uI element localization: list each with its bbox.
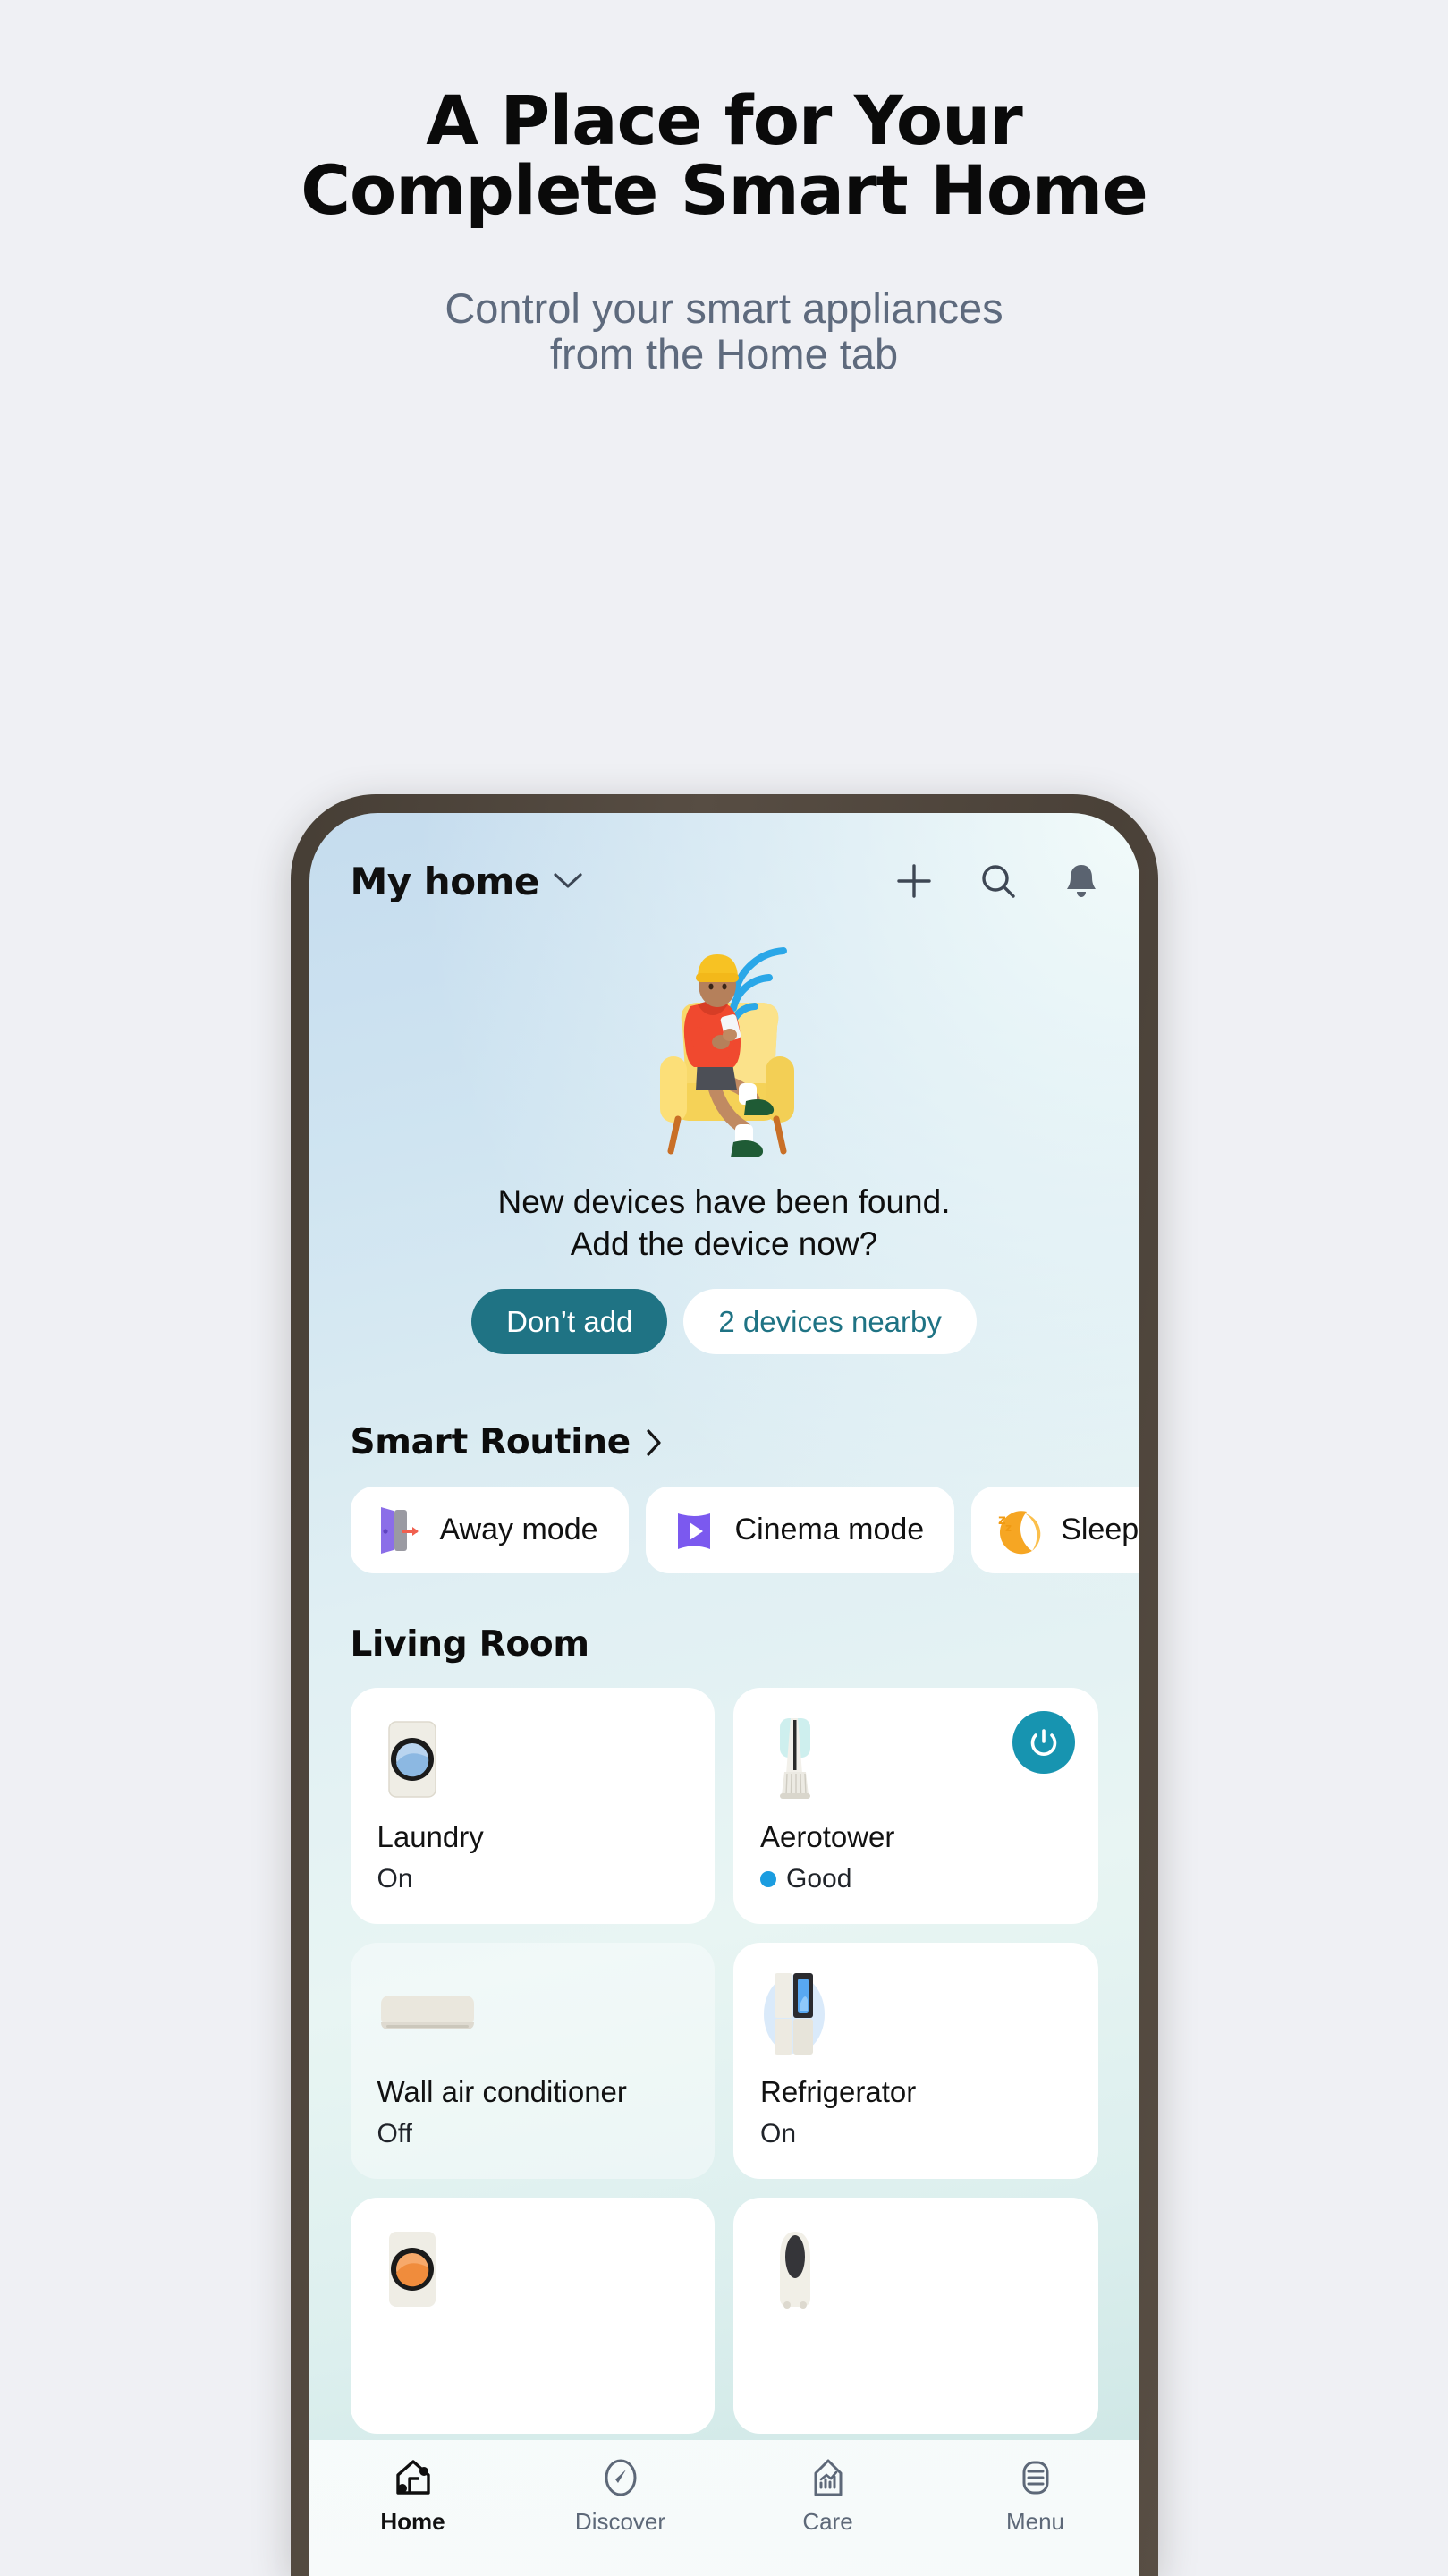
smart-routine-header[interactable]: Smart Routine xyxy=(351,1422,1139,1462)
routine-chip-label: Sleep xyxy=(1061,1513,1139,1547)
nav-item-menu[interactable]: Menu xyxy=(932,2455,1139,2536)
device-grid: Laundry On Aerotower Good Wall air condi… xyxy=(309,1688,1139,2435)
device-card-laundry[interactable]: Laundry On xyxy=(350,1688,715,1925)
device-card-wall-air-conditioner[interactable]: Wall air conditioner Off xyxy=(350,1943,715,2180)
dryer-icon xyxy=(377,2223,689,2316)
chevron-down-icon xyxy=(553,871,583,891)
device-card-refrigerator[interactable]: Refrigerator On xyxy=(733,1943,1098,2180)
device-state: Off xyxy=(377,2119,689,2149)
phone-mockup: My home New devices have been found. Add… xyxy=(290,794,1158,2576)
play-screen-icon xyxy=(671,1504,717,1556)
routine-chip[interactable]: Cinema mode xyxy=(645,1487,955,1574)
refrigerator-icon xyxy=(760,1968,1071,2061)
phone-bezel: My home New devices have been found. Add… xyxy=(290,794,1158,2576)
nav-item-label: Menu xyxy=(1005,2508,1065,2535)
hamburger-menu-icon xyxy=(1013,2455,1058,2500)
phone-screen: My home New devices have been found. Add… xyxy=(309,813,1139,2576)
device-name: Refrigerator xyxy=(760,2075,917,2109)
search-icon[interactable] xyxy=(978,861,1018,901)
open-door-icon xyxy=(376,1504,422,1556)
discovery-actions: Don’t add 2 devices nearby xyxy=(336,1289,1113,1355)
house-chart-icon xyxy=(806,2455,851,2500)
svg-text:z: z xyxy=(1005,1521,1012,1534)
status-badge xyxy=(760,1871,776,1888)
device-name: Aerotower xyxy=(760,1820,895,1854)
home-icon xyxy=(391,2455,436,2500)
discovery-message-line-1: New devices have been found. xyxy=(497,1183,951,1220)
device-discovery-card: New devices have been found. Add the dev… xyxy=(309,947,1139,1355)
power-toggle-button[interactable] xyxy=(1012,1711,1075,1775)
page-subtitle-line-1: Control your smart appliances xyxy=(445,284,1003,332)
nav-item-discover[interactable]: Discover xyxy=(517,2455,724,2536)
dont-add-button[interactable]: Don’t add xyxy=(471,1289,668,1355)
app-bar-actions xyxy=(894,861,1100,901)
chevron-right-icon xyxy=(645,1428,663,1457)
device-state: Good xyxy=(760,1864,1071,1894)
routine-chip-label: Away mode xyxy=(439,1513,598,1547)
devices-nearby-button[interactable]: 2 devices nearby xyxy=(683,1289,977,1355)
page-title: A Place for Your Complete Smart Home xyxy=(0,80,1448,231)
compass-icon xyxy=(598,2455,643,2500)
person-in-armchair-with-phone-wifi-illustration xyxy=(563,947,885,1174)
device-state-label: Good xyxy=(786,1864,852,1894)
device-state-label: On xyxy=(760,2119,797,2149)
page-title-line-2: Complete Smart Home xyxy=(301,150,1148,231)
page-title-line-1: A Place for Your xyxy=(426,80,1022,160)
routine-chip-label: Cinema mode xyxy=(734,1513,925,1547)
home-name-label: My home xyxy=(350,859,540,903)
device-card-dryer[interactable] xyxy=(350,2198,715,2435)
device-state-label: Off xyxy=(377,2119,412,2149)
device-card-air-purifier[interactable] xyxy=(733,2198,1098,2435)
device-state: On xyxy=(377,1864,689,1894)
home-selector[interactable]: My home xyxy=(351,860,583,903)
bell-icon[interactable] xyxy=(1063,861,1100,901)
app-top-bar: My home xyxy=(309,813,1139,949)
smart-home-app: My home New devices have been found. Add… xyxy=(309,813,1139,2576)
bottom-navigation-bar: Home Discover Care Menu xyxy=(309,2440,1139,2576)
nav-item-label: Home xyxy=(380,2508,445,2535)
device-state-label: On xyxy=(377,1864,413,1894)
washing-machine-icon xyxy=(377,1713,689,1806)
smart-routine-title: Smart Routine xyxy=(350,1422,631,1463)
device-state: On xyxy=(760,2119,1071,2149)
device-name: Wall air conditioner xyxy=(377,2075,627,2109)
crescent-moon-zzz-icon: z z xyxy=(996,1504,1043,1556)
nav-item-label: Discover xyxy=(574,2508,666,2535)
routine-chip[interactable]: z z Sleep xyxy=(971,1487,1139,1574)
nav-item-care[interactable]: Care xyxy=(724,2455,932,2536)
device-card-aerotower[interactable]: Aerotower Good xyxy=(733,1688,1098,1925)
page-subtitle-line-2: from the Home tab xyxy=(549,330,899,378)
nav-item-label: Care xyxy=(802,2508,853,2535)
air-purifier-icon xyxy=(760,2223,1071,2316)
device-name: Laundry xyxy=(377,1820,484,1854)
smart-routine-list[interactable]: Away mode Cinema mode z z Sleep xyxy=(309,1487,1139,1574)
routine-chip[interactable]: Away mode xyxy=(350,1487,629,1574)
discovery-message: New devices have been found. Add the dev… xyxy=(336,1182,1113,1265)
page-subtitle: Control your smart appliances from the H… xyxy=(0,284,1448,378)
nav-item-home[interactable]: Home xyxy=(309,2455,517,2536)
discovery-message-line-2: Add the device now? xyxy=(570,1224,878,1262)
room-title: Living Room xyxy=(350,1624,590,1665)
wall-air-conditioner-icon xyxy=(377,1968,689,2061)
promo-header: A Place for Your Complete Smart Home Con… xyxy=(0,0,1448,377)
plus-icon[interactable] xyxy=(894,861,934,901)
